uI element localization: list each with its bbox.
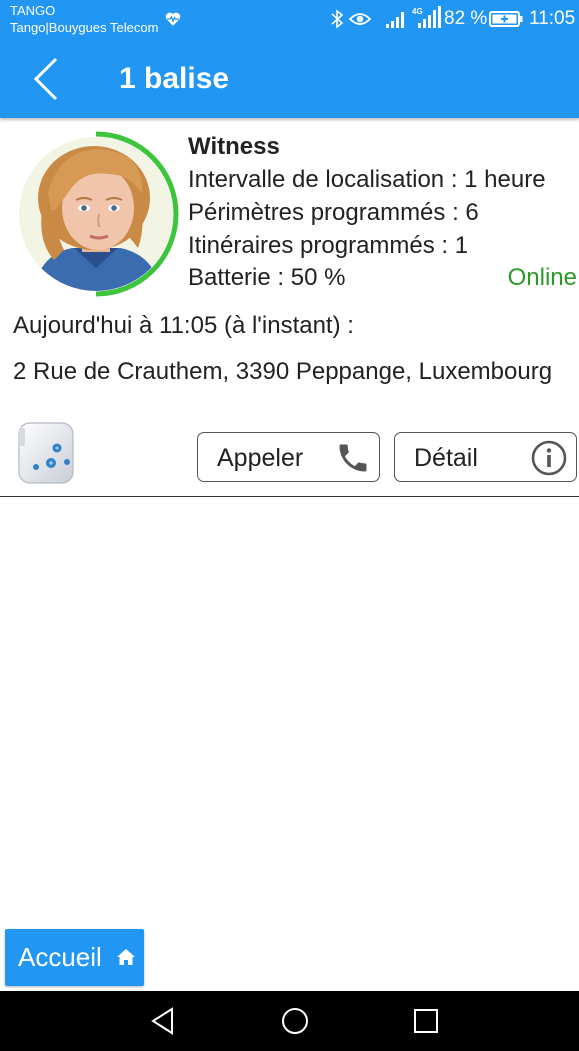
- home-button-label: Accueil: [18, 942, 102, 972]
- battery-charging-icon: [489, 11, 523, 27]
- gps-tracker-icon: [18, 422, 74, 484]
- battery-level: Batterie : 50 %: [188, 264, 346, 291]
- home-button[interactable]: Accueil: [5, 929, 144, 986]
- call-button-label: Appeler: [217, 444, 304, 472]
- home-icon: [117, 949, 135, 965]
- battery-percent: 82 %: [444, 8, 488, 29]
- phone-icon: [339, 444, 367, 472]
- device-address: 2 Rue de Crauthem, 3390 Peppange, Luxemb…: [13, 358, 553, 385]
- itineraries-count: Itinéraires programmés : 1: [188, 232, 469, 259]
- detail-button[interactable]: Détail: [394, 432, 577, 482]
- device-name: Witness: [188, 133, 280, 160]
- app-screen: TANGO Tango|Bouygues Telecom 4G 82 % 11:…: [0, 0, 579, 1051]
- last-seen-text: Aujourd'hui à 11:05 (à l'instant) :: [13, 312, 354, 339]
- svg-text:4G: 4G: [412, 7, 423, 16]
- app-bar: 1 balise: [0, 39, 579, 118]
- perimeters-count: Périmètres programmés : 6: [188, 199, 479, 226]
- nav-recent-apps-icon[interactable]: [412, 1007, 440, 1035]
- card-divider: [0, 496, 579, 497]
- bluetooth-icon: [331, 9, 344, 29]
- system-nav-bar: [0, 991, 579, 1051]
- heart-monitor-icon: [165, 12, 181, 26]
- nav-home-icon[interactable]: [280, 1006, 310, 1036]
- info-icon: [531, 440, 567, 476]
- detail-button-label: Détail: [414, 444, 478, 472]
- location-interval: Intervalle de localisation : 1 heure: [188, 166, 546, 193]
- signal-icon: [386, 12, 404, 28]
- eye-icon: [349, 13, 371, 25]
- carrier-network: Tango|Bouygues Telecom: [10, 20, 159, 35]
- nav-back-icon[interactable]: [148, 1006, 178, 1036]
- status-badge: Online: [507, 264, 577, 291]
- chevron-left-icon[interactable]: [28, 55, 62, 103]
- page-title: 1 balise: [119, 62, 230, 95]
- call-button[interactable]: Appeler: [197, 432, 380, 482]
- device-avatar[interactable]: [12, 130, 180, 298]
- lte-signal-icon: 4G: [412, 6, 441, 28]
- status-clock: 11:05: [529, 8, 576, 29]
- carrier-name: TANGO: [10, 3, 56, 18]
- status-bar: TANGO Tango|Bouygues Telecom 4G 82 % 11:…: [0, 0, 579, 39]
